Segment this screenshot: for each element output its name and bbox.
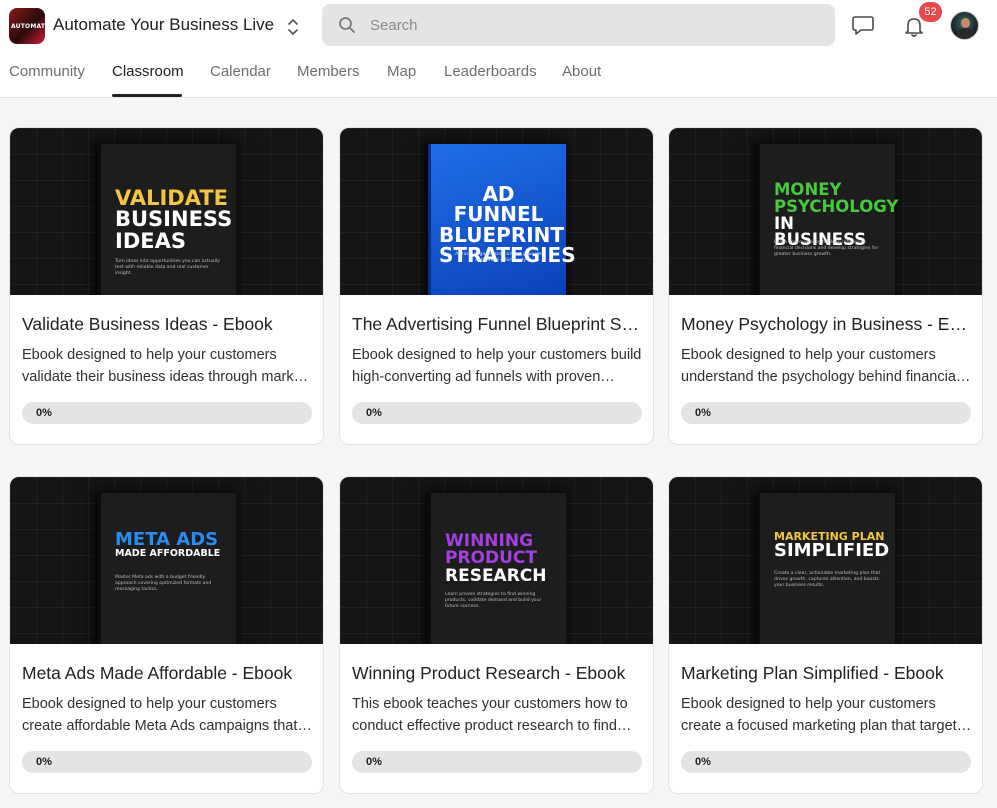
ebook-cover-subtitle: Master Meta ads with a budget friendly a… <box>115 575 212 592</box>
course-progress-bar: 0% <box>22 402 312 424</box>
course-title[interactable]: Validate Business Ideas - Ebook <box>22 314 312 335</box>
ebook-cover: Meta Ads Made Affordable Master Meta ads w… <box>98 493 236 644</box>
tab-calendar[interactable]: Calendar <box>210 63 271 80</box>
ebook-cover-title-line: Business <box>115 207 233 232</box>
tab-community[interactable]: Community <box>9 63 85 80</box>
course-progress-label: 0% <box>36 756 52 768</box>
user-avatar[interactable] <box>950 11 979 40</box>
ebook-cover-title: Meta Ads Made Affordable <box>115 529 228 560</box>
group-logo[interactable]: AUTOMATE <box>9 8 45 44</box>
course-cover-image[interactable]: Marketing Plan Simplified Create a clear, … <box>669 477 982 644</box>
course-progress-label: 0% <box>36 407 52 419</box>
search-input[interactable] <box>370 4 810 46</box>
active-tab-indicator <box>112 94 182 97</box>
course-card[interactable]: Ad Funnel Blueprint Strategies Attract, eng… <box>339 127 654 445</box>
course-progress-label: 0% <box>366 756 382 768</box>
course-card[interactable]: Validate Business Ideas Turn ideas into opp… <box>9 127 324 445</box>
course-progress-label: 0% <box>695 756 711 768</box>
ebook-cover-title: Marketing Plan Simplified <box>774 531 890 562</box>
ebook-cover-subtitle: Attract, engage, and convert your ideal … <box>455 252 546 263</box>
ebook-cover-subtitle: Learn proven strategies to find winning … <box>445 592 542 609</box>
tab-leaderboards[interactable]: Leaderboards <box>444 63 537 80</box>
course-progress-bar: 0% <box>681 751 971 773</box>
tab-map[interactable]: Map <box>387 63 416 80</box>
course-title[interactable]: Money Psychology in Business - Ebook <box>681 314 971 335</box>
ebook-cover-title: Validate Business Ideas <box>115 186 233 253</box>
course-progress-bar: 0% <box>352 751 642 773</box>
course-cover-image[interactable]: Validate Business Ideas Turn ideas into opp… <box>10 128 323 295</box>
course-title[interactable]: Winning Product Research - Ebook <box>352 663 642 684</box>
avatar-body <box>956 28 975 39</box>
ebook-cover-title-line: Simplified <box>774 540 890 562</box>
ebook-cover: Validate Business Ideas Turn ideas into opp… <box>98 144 236 295</box>
ebook-cover: Ad Funnel Blueprint Strategies Attract, eng… <box>428 144 576 295</box>
tab-classroom[interactable]: Classroom <box>112 63 184 80</box>
avatar-head <box>961 18 970 28</box>
course-description: Ebook designed to help your customers cr… <box>681 696 964 734</box>
course-cover-image[interactable]: Money Psychology In Business Learn how ever… <box>669 128 982 295</box>
course-card[interactable]: Winning Product Research Learn proven strat… <box>339 476 654 794</box>
ebook-cover-subtitle: Learn how everyday thinking influences f… <box>774 239 879 257</box>
course-title[interactable]: The Advertising Funnel Blueprint Strateg… <box>352 314 642 335</box>
course-cover-image[interactable]: Meta Ads Made Affordable Master Meta ads w… <box>10 477 323 644</box>
course-description: Ebook designed to help your customers un… <box>681 347 960 385</box>
switcher-icon[interactable] <box>285 16 301 38</box>
course-progress-bar: 0% <box>681 402 971 424</box>
course-progress-label: 0% <box>695 407 711 419</box>
ebook-cover-title-line: Validate <box>115 186 228 210</box>
course-description: Ebook designed to help your customers bu… <box>352 347 642 385</box>
tab-about[interactable]: About <box>562 63 601 80</box>
ebook-cover-title-line: Meta Ads <box>115 529 219 550</box>
course-card[interactable]: Marketing Plan Simplified Create a clear, … <box>668 476 983 794</box>
ebook-cover: Marketing Plan Simplified Create a clear, … <box>757 493 895 644</box>
course-cover-image[interactable]: Ad Funnel Blueprint Strategies Attract, eng… <box>340 128 653 295</box>
group-name[interactable]: Automate Your Business Live <box>53 15 274 35</box>
ebook-cover-title-line: Made Affordable <box>115 548 221 560</box>
course-description: Ebook designed to help your customers cr… <box>22 696 298 734</box>
course-progress-bar: 0% <box>22 751 312 773</box>
search-icon <box>339 17 355 33</box>
ebook-cover-title-line: Blueprint <box>439 222 565 247</box>
ebook-cover: Winning Product Research Learn proven strat… <box>428 493 566 644</box>
ebook-cover-subtitle: Turn ideas into opportunities you can ac… <box>115 259 220 276</box>
group-logo-text: AUTOMATE <box>11 23 45 30</box>
course-progress-label: 0% <box>366 407 382 419</box>
ebook-cover-title: Winning Product Research <box>445 532 558 586</box>
course-description: Ebook designed to help your customers va… <box>22 347 306 385</box>
course-title[interactable]: Meta Ads Made Affordable - Ebook <box>22 663 312 684</box>
course-card[interactable]: Meta Ads Made Affordable Master Meta ads w… <box>9 476 324 794</box>
ebook-cover-subtitle: Create a clear, actionable marketing pla… <box>774 571 881 588</box>
notification-badge: 52 <box>919 2 942 22</box>
course-title[interactable]: Marketing Plan Simplified - Ebook <box>681 663 971 684</box>
course-progress-bar: 0% <box>352 402 642 424</box>
ebook-cover-title-line: Ideas <box>115 228 186 253</box>
chat-icon[interactable] <box>851 14 875 36</box>
ebook-cover-title-line: Ad Funnel <box>453 182 544 227</box>
search-bar[interactable] <box>322 4 835 46</box>
course-card[interactable]: Money Psychology In Business Learn how ever… <box>668 127 983 445</box>
course-cover-image[interactable]: Winning Product Research Learn proven strat… <box>340 477 653 644</box>
tab-members[interactable]: Members <box>297 63 360 80</box>
course-description: This ebook teaches your customers how to… <box>352 696 628 734</box>
ebook-cover: Money Psychology In Business Learn how ever… <box>757 144 898 295</box>
ebook-cover-title-line: Research <box>445 565 547 586</box>
top-bar: AUTOMATE Automate Your Business Live 52 … <box>0 0 997 98</box>
